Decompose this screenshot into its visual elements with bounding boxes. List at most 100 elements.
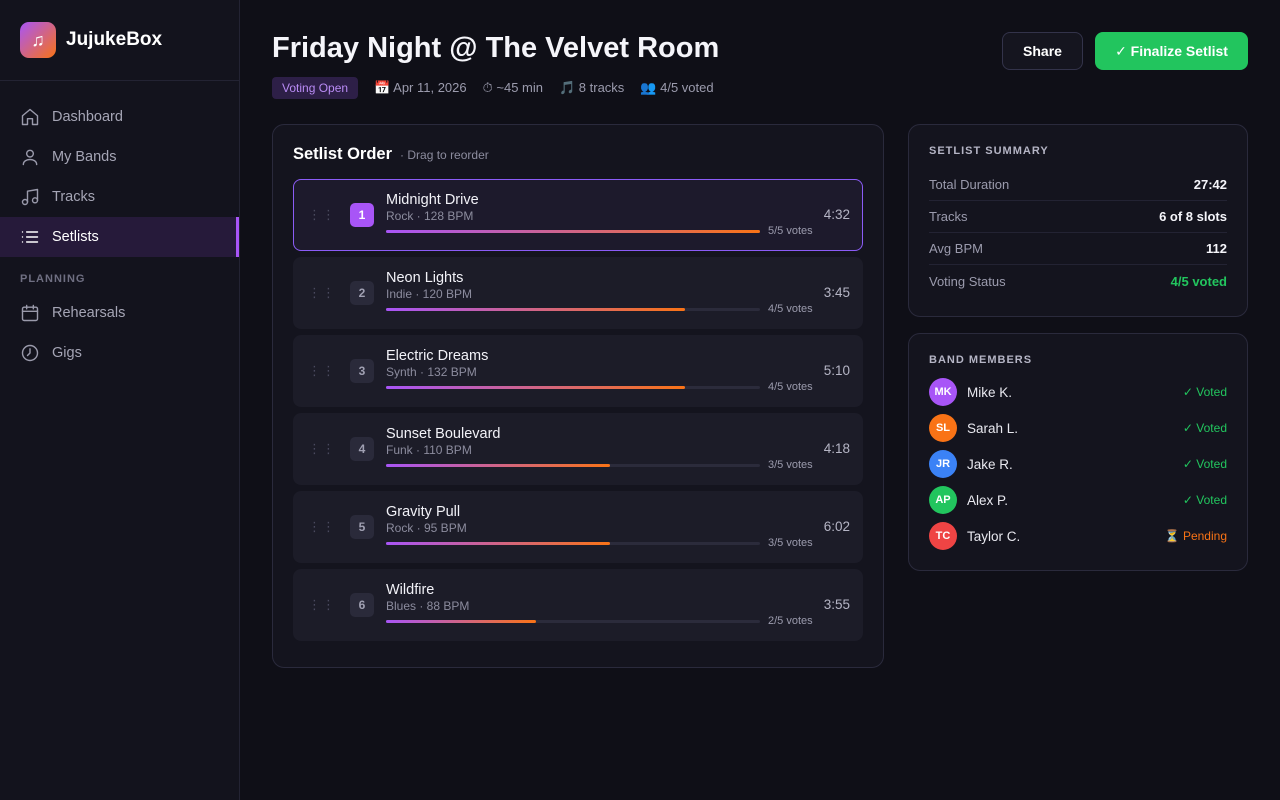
list-icon [21, 231, 39, 243]
drag-handle-icon[interactable]: ⋮⋮ [308, 597, 336, 613]
share-button[interactable]: Share [1002, 32, 1083, 70]
track-meta: Rock · 128 BPM [386, 209, 474, 223]
track-meta: Indie · 120 BPM [386, 287, 473, 301]
sidebar-item-rehearsals[interactable]: Rehearsals [0, 293, 239, 333]
track-duration: 3:55 [823, 597, 850, 612]
meta-duration: ⏱ ~45 min [482, 80, 543, 95]
track-row[interactable]: ⋮⋮ 2 Neon Lights Indie · 120 BPM 4/5 vot… [293, 257, 863, 329]
setlist-title: Setlist Order [293, 145, 393, 163]
summary-title: SETLIST SUMMARY [929, 145, 1049, 157]
member-status: ✓ Voted [1182, 457, 1227, 471]
vote-count: 3/5 votes [768, 459, 813, 471]
member-name: Alex P. [967, 492, 1009, 508]
main-content: Friday Night @ The Velvet Room Voting Op… [240, 0, 1280, 800]
vote-count: 5/5 votes [768, 225, 813, 237]
band-members-panel: BAND MEMBERS MK Mike K. ✓ Voted SL Sarah… [908, 333, 1248, 571]
track-name: Neon Lights [386, 270, 464, 286]
track-name: Sunset Boulevard [386, 426, 501, 442]
track-meta: Synth · 132 BPM [386, 365, 477, 379]
vote-count: 4/5 votes [768, 303, 813, 315]
vote-bar [386, 308, 760, 311]
avatar: MK [929, 378, 957, 406]
member-row: MK Mike K. ✓ Voted [929, 378, 1227, 406]
member-name: Jake R. [967, 456, 1013, 472]
member-status: ✓ Voted [1182, 421, 1227, 435]
vote-count: 4/5 votes [768, 381, 813, 393]
sidebar-item-tracks[interactable]: Tracks [0, 177, 239, 217]
member-name: Mike K. [967, 384, 1013, 400]
vote-bar [386, 230, 760, 233]
summary-row: Total Duration 27:42 [929, 169, 1227, 201]
sidebar-item-my-bands[interactable]: My Bands [0, 137, 239, 177]
music-icon [21, 188, 39, 206]
track-name: Midnight Drive [386, 192, 479, 208]
summary-label: Voting Status [929, 273, 1006, 289]
summary-row: Voting Status 4/5 voted [929, 265, 1227, 297]
track-number: 2 [350, 281, 374, 305]
track-row[interactable]: ⋮⋮ 4 Sunset Boulevard Funk · 110 BPM 3/5… [293, 413, 863, 485]
track-name: Wildfire [386, 582, 435, 598]
home-icon [21, 108, 39, 126]
sidebar-item-dashboard[interactable]: Dashboard [0, 97, 239, 137]
track-name: Electric Dreams [386, 348, 489, 364]
track-duration: 6:02 [823, 519, 850, 534]
track-meta: Rock · 95 BPM [386, 521, 467, 535]
summary-label: Tracks [929, 209, 968, 224]
meta-tracks: 🎵 8 tracks [559, 80, 625, 95]
sidebar-item-setlists[interactable]: Setlists [0, 217, 239, 257]
member-status: ⏳ Pending [1164, 529, 1227, 543]
avatar: JR [929, 450, 957, 478]
track-row[interactable]: ⋮⋮ 1 Midnight Drive Rock · 128 BPM 5/5 v… [293, 179, 863, 251]
summary-label: Avg BPM [929, 241, 983, 256]
drag-handle-icon[interactable]: ⋮⋮ [308, 207, 336, 223]
drag-handle-icon[interactable]: ⋮⋮ [308, 441, 336, 457]
member-row: TC Taylor C. ⏳ Pending [929, 522, 1227, 550]
drag-handle-icon[interactable]: ⋮⋮ [308, 363, 336, 379]
setlist-subtitle: · Drag to reorder [400, 148, 489, 162]
member-row: AP Alex P. ✓ Voted [929, 486, 1227, 514]
meta-date: 📅 Apr 11, 2026 [374, 80, 467, 95]
track-duration: 3:45 [823, 285, 850, 300]
member-name: Sarah L. [967, 420, 1019, 436]
vote-bar-fill [386, 386, 686, 389]
vote-bar-fill [386, 230, 760, 233]
track-duration: 4:32 [823, 207, 850, 222]
brand[interactable]: ♫ JujukeBox [0, 0, 239, 81]
vote-bar-fill [386, 464, 611, 467]
music-note-icon: ♫ [20, 22, 56, 58]
summary-row: Avg BPM 112 [929, 233, 1227, 265]
clock-icon [21, 344, 39, 362]
summary-value: 6 of 8 slots [1159, 209, 1227, 224]
drag-handle-icon[interactable]: ⋮⋮ [308, 285, 336, 301]
calendar-icon [21, 304, 39, 322]
vote-bar-fill [386, 620, 536, 623]
user-icon [22, 149, 38, 166]
sidebar-item-label: Gigs [52, 345, 82, 361]
finalize-setlist-button[interactable]: ✓ Finalize Setlist [1095, 32, 1248, 70]
vote-bar-fill [386, 542, 611, 545]
setlist-header: Setlist Order · Drag to reorder [293, 145, 489, 164]
drag-handle-icon[interactable]: ⋮⋮ [308, 519, 336, 535]
track-row[interactable]: ⋮⋮ 3 Electric Dreams Synth · 132 BPM 4/5… [293, 335, 863, 407]
sidebar-item-label: My Bands [52, 149, 117, 165]
sidebar-item-gigs[interactable]: Gigs [0, 333, 239, 373]
track-name: Gravity Pull [386, 504, 461, 520]
sidebar-nav: Dashboard My Bands Tracks Setlists PLANN… [0, 81, 239, 373]
page-title: Friday Night @ The Velvet Room [272, 32, 720, 64]
sidebar: ♫ JujukeBox Dashboard My Bands Tracks Se… [0, 0, 240, 800]
summary-row: Tracks 6 of 8 slots [929, 201, 1227, 233]
summary-label: Total Duration [929, 177, 1010, 192]
setlist-summary-panel: SETLIST SUMMARY Total Duration 27:42 Tra… [908, 124, 1248, 317]
sidebar-item-label: Dashboard [52, 109, 123, 125]
member-row: JR Jake R. ✓ Voted [929, 450, 1227, 478]
avatar: SL [929, 414, 957, 442]
member-status: ✓ Voted [1182, 385, 1227, 399]
track-meta: Funk · 110 BPM [386, 443, 472, 457]
vote-bar [386, 542, 760, 545]
vote-bar [386, 386, 760, 389]
track-row[interactable]: ⋮⋮ 5 Gravity Pull Rock · 95 BPM 3/5 vote… [293, 491, 863, 563]
track-row[interactable]: ⋮⋮ 6 Wildfire Blues · 88 BPM 2/5 votes 3… [293, 569, 863, 641]
vote-bar [386, 620, 760, 623]
sidebar-item-label: Setlists [52, 229, 99, 245]
track-number: 1 [350, 203, 374, 227]
